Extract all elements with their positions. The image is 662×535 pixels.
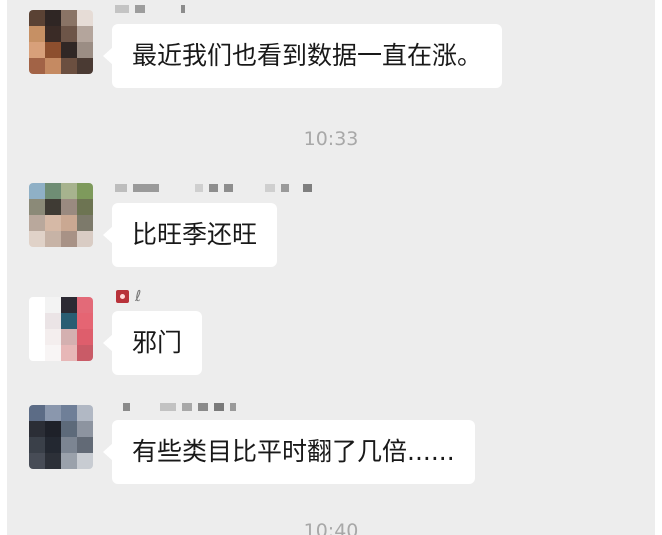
message-text: 邪门 bbox=[132, 328, 183, 357]
sender-name-mosaic bbox=[123, 402, 236, 412]
message-bubble[interactable]: 比旺季还旺 bbox=[102, 203, 278, 267]
message-text: 最近我们也看到数据一直在涨。 bbox=[132, 41, 483, 70]
avatar[interactable] bbox=[29, 10, 93, 74]
message-text: 有些类目比平时翻了几倍...... bbox=[132, 437, 455, 466]
sender-name-mosaic bbox=[115, 4, 185, 14]
message-bubble[interactable]: 邪门 bbox=[102, 311, 203, 375]
message-bubble[interactable]: 最近我们也看到数据一直在涨。 bbox=[102, 24, 503, 88]
avatar[interactable] bbox=[29, 297, 93, 361]
sender-badge: ℓ bbox=[116, 287, 141, 305]
timestamp: 10:40 bbox=[303, 520, 359, 535]
message-bubble[interactable]: 有些类目比平时翻了几倍...... bbox=[103, 420, 475, 484]
avatar[interactable] bbox=[29, 405, 93, 469]
avatar[interactable] bbox=[29, 183, 93, 247]
message-text: 比旺季还旺 bbox=[132, 220, 258, 249]
sender-glyph: ℓ bbox=[135, 287, 142, 305]
badge-icon bbox=[116, 289, 129, 303]
sender-name-mosaic bbox=[115, 183, 312, 193]
timestamp: 10:33 bbox=[303, 128, 359, 150]
chat-window: 最近我们也看到数据一直在涨。 10:33 比旺季还旺 ℓ 邪门 有些类目比平时翻 bbox=[7, 0, 655, 535]
